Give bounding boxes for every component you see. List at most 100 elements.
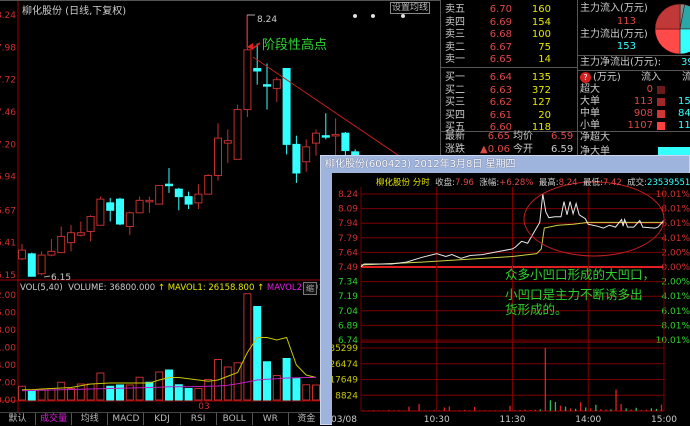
- candle-up: [214, 137, 222, 176]
- time-tick-label: 15:00: [651, 415, 677, 425]
- sun-icon[interactable]: [371, 14, 375, 18]
- tab-0[interactable]: 默认: [0, 413, 37, 425]
- set-ma-button[interactable]: 设置均线: [390, 2, 430, 14]
- pie-slice: [679, 28, 690, 55]
- annotation-line: 货形成的。: [505, 302, 568, 317]
- volume-bar: [302, 384, 311, 401]
- level-price: 6.61: [489, 109, 512, 121]
- tab-2[interactable]: 均线: [72, 413, 109, 425]
- tab-4[interactable]: KDJ: [144, 413, 181, 425]
- close-label: 收盘:: [435, 178, 455, 188]
- mavol1-value: MAVOL1: 26158.800: [167, 283, 255, 293]
- pin-icon[interactable]: [353, 14, 357, 18]
- pie-slice: [654, 28, 681, 55]
- level-label: 卖一: [445, 54, 465, 66]
- help-icon[interactable]: ?: [580, 72, 591, 83]
- price-tick-label: 7.94: [338, 219, 358, 229]
- volume-bar: [243, 293, 252, 401]
- candle-down: [321, 135, 330, 138]
- vol-name: VOL(5,40): [20, 283, 63, 293]
- price-tick-label: 8.09: [338, 205, 358, 215]
- outflow-value: 153: [616, 41, 636, 52]
- level-volume: 127: [531, 97, 551, 109]
- row-inflow: 0: [646, 84, 653, 95]
- avg-price: 6.59: [551, 131, 574, 142]
- row-inflow: 908: [633, 108, 653, 119]
- order-book-row: 买四 6.61 20: [445, 110, 575, 122]
- level-volume: 100: [531, 29, 551, 41]
- close-value: 7.96: [454, 178, 474, 188]
- level-label: 买二: [445, 84, 465, 96]
- order-book-row: 卖二 6.67 75: [445, 42, 575, 54]
- inflow-square: [657, 122, 665, 130]
- candle-up: [194, 193, 203, 204]
- volume-bar: [67, 388, 75, 401]
- volume-bar: [263, 361, 271, 401]
- level-price: 6.62: [489, 97, 512, 109]
- inflow-square: [657, 98, 665, 106]
- tab-7[interactable]: WR: [253, 413, 289, 425]
- volume-bar: [125, 384, 134, 401]
- money-flow-panel: 主力流入(万元) 113 主力流出(万元) 153 主力净流出(万元): 39.…: [577, 0, 690, 160]
- volume-bar: [145, 381, 154, 401]
- candle-down: [292, 143, 301, 174]
- arrow-up-icon: ↑: [157, 283, 166, 293]
- candle-up: [312, 132, 320, 144]
- volume-bar: [165, 369, 173, 401]
- candle-up: [96, 198, 105, 226]
- candle-up: [86, 216, 95, 232]
- volume-tick-label: 21.00: [0, 344, 16, 354]
- level-label: 卖五: [445, 4, 465, 15]
- volume-tick-label: 0.00: [0, 396, 16, 406]
- low-value: 7.42: [602, 178, 622, 188]
- candle-up: [302, 146, 311, 163]
- tab-5[interactable]: RSI: [181, 413, 217, 425]
- candle-down: [341, 132, 350, 152]
- order-book-row: 卖一 6.65 14: [445, 54, 575, 66]
- candle-down: [184, 196, 193, 205]
- volume-tick-label: 42.00: [0, 291, 16, 301]
- price-tick-label: 7.46: [0, 108, 16, 118]
- row-label: 大单: [580, 96, 600, 107]
- row-inflow: 113: [633, 96, 653, 107]
- volume-tick-label: 7.00: [0, 379, 16, 389]
- annotation-line: 众多小凹口形成的大凹口，: [505, 267, 656, 282]
- candle-up: [204, 174, 213, 195]
- price-tick-label: 7.49: [338, 263, 358, 273]
- level-label: 卖二: [445, 41, 465, 53]
- candle-up: [67, 232, 75, 244]
- level-volume: 20: [538, 109, 551, 121]
- candle-down: [253, 67, 262, 72]
- price-tick-label: 6.15: [0, 271, 16, 281]
- price-tick-label: 8.24: [338, 190, 358, 200]
- sun-icon[interactable]: [401, 14, 405, 18]
- vol-value: 23539551: [647, 178, 690, 188]
- percent-tick-label: 6.01%: [661, 307, 690, 317]
- level-volume: 372: [531, 84, 551, 96]
- price-tick-label: 7.19: [338, 292, 358, 302]
- volume-bar: [135, 376, 144, 401]
- tab-3[interactable]: MACD: [108, 413, 145, 425]
- pie-slice: [654, 3, 681, 30]
- volume-bar: [282, 358, 291, 401]
- time-tick-label: 14:00: [575, 415, 601, 425]
- order-book-row: 卖五 6.70 160: [445, 4, 575, 16]
- time-tick-label: 11:30: [500, 415, 526, 425]
- order-book-row: 买一 6.64 135: [445, 72, 575, 84]
- candle-down: [106, 202, 115, 211]
- tab-1[interactable]: 成交量: [36, 413, 73, 425]
- percent-tick-label: 10.01%: [656, 336, 690, 346]
- candle-down: [263, 84, 271, 87]
- date-label: 03: [198, 402, 209, 412]
- volume-zoom-button[interactable]: 缩: [303, 282, 317, 295]
- price-tick-label: 6.89: [338, 321, 358, 331]
- annotation-line: 小凹口是主力不断诱多出: [505, 287, 643, 302]
- tab-6[interactable]: BOLL: [217, 413, 253, 425]
- volume-bar: [57, 381, 66, 401]
- time-tick-label: 03/08: [332, 415, 357, 425]
- volume-bar: [312, 384, 320, 401]
- intraday-popup-window[interactable]: 柳化股份(600423) 2012年3月8日 星期四 8.24 10.01% 8.0…: [320, 155, 690, 426]
- level-label: 卖四: [445, 16, 465, 28]
- low-marker-line: [43, 275, 51, 278]
- percent-tick-label: 4.01%: [661, 292, 690, 302]
